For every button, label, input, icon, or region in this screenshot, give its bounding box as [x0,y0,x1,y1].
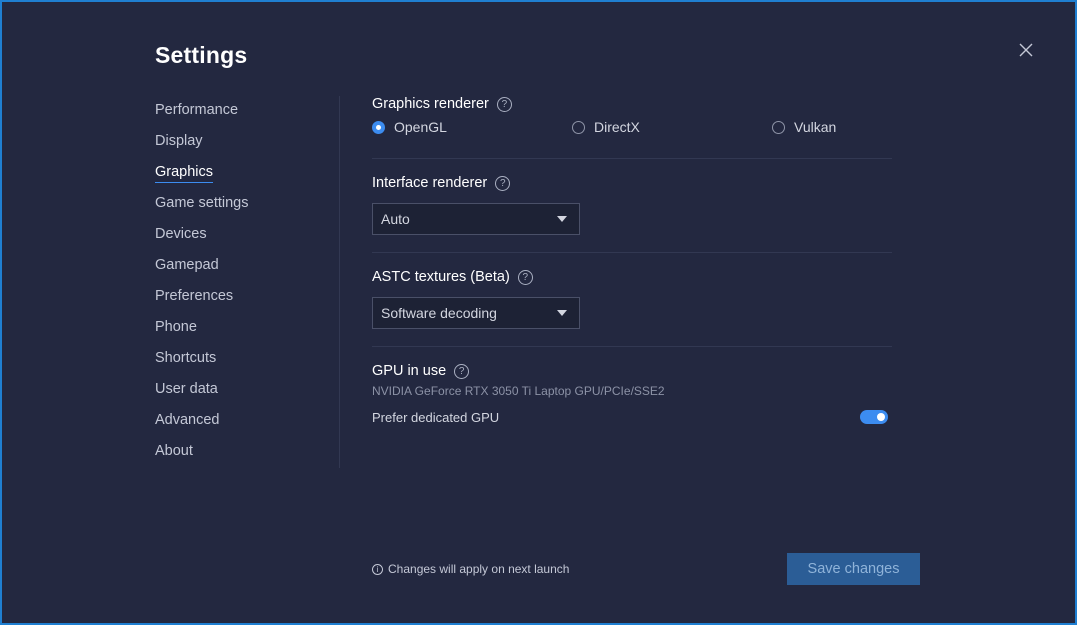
radio-directx[interactable]: DirectX [572,119,640,135]
astc-textures-title: ASTC textures (Beta) [372,269,510,285]
sidebar-item-about[interactable]: About [155,442,249,473]
page-title: Settings [155,42,248,68]
info-icon: i [372,563,383,575]
radio-vulkan[interactable]: Vulkan [772,119,836,135]
graphics-renderer-title: Graphics renderer [372,96,489,112]
sidebar-item-advanced[interactable]: Advanced [155,411,249,442]
toggle-knob [877,413,885,421]
sidebar-item-phone[interactable]: Phone [155,318,249,349]
help-icon[interactable]: ? [517,269,533,285]
sidebar-item-game-settings[interactable]: Game settings [155,194,249,225]
save-changes-button[interactable]: Save changes [787,553,920,585]
sidebar-nav: Performance Display Graphics Game settin… [155,101,249,473]
sidebar-item-display[interactable]: Display [155,132,249,163]
interface-renderer-section: Interface renderer ? Auto [372,174,892,236]
gpu-section: GPU in use ? NVIDIA GeForce RTX 3050 Ti … [372,362,892,432]
astc-textures-section: ASTC textures (Beta) ? Software decoding [372,268,892,330]
sidebar-item-shortcuts[interactable]: Shortcuts [155,349,249,380]
sidebar-item-devices[interactable]: Devices [155,225,249,256]
chevron-down-icon [557,216,567,222]
gpu-title: GPU in use [372,363,447,379]
help-icon[interactable]: ? [454,363,470,379]
chevron-down-icon [557,310,567,316]
sidebar-item-user-data[interactable]: User data [155,380,249,411]
sidebar-item-gamepad[interactable]: Gamepad [155,256,249,287]
section-divider [372,346,892,347]
radio-unchecked-icon [572,120,585,134]
section-divider [372,158,892,159]
radio-checked-icon [372,120,385,134]
sidebar-item-graphics[interactable]: Graphics [155,163,249,194]
radio-unchecked-icon [772,120,785,134]
graphics-renderer-section: Graphics renderer ? OpenGL DirectX Vulka… [372,95,892,145]
astc-textures-select[interactable]: Software decoding [372,297,580,329]
renderer-radio-group: OpenGL DirectX Vulkan [372,119,892,139]
gpu-name: NVIDIA GeForce RTX 3050 Ti Laptop GPU/PC… [372,384,665,398]
section-divider [372,252,892,253]
sidebar-item-performance[interactable]: Performance [155,101,249,132]
prefer-dedicated-gpu-label: Prefer dedicated GPU [372,410,500,425]
sidebar-item-preferences[interactable]: Preferences [155,287,249,318]
footer-note: i Changes will apply on next launch [372,562,569,576]
sidebar-divider [339,96,340,468]
prefer-dedicated-gpu-toggle[interactable] [860,410,888,424]
help-icon[interactable]: ? [495,175,511,191]
interface-renderer-title: Interface renderer [372,175,488,191]
radio-opengl[interactable]: OpenGL [372,119,447,135]
interface-renderer-select[interactable]: Auto [372,203,580,235]
help-icon[interactable]: ? [496,96,512,112]
close-icon[interactable] [1017,41,1035,59]
